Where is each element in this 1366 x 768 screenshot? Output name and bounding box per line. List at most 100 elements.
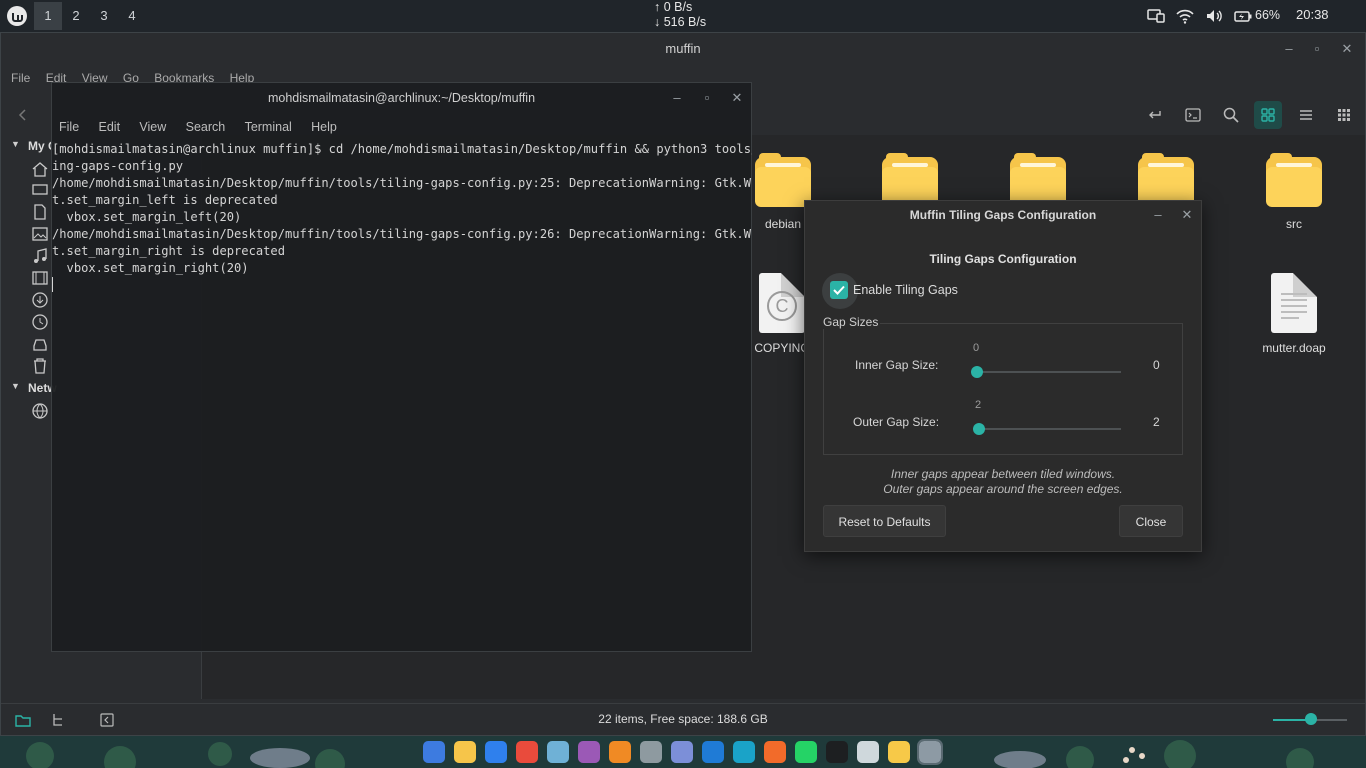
inner-gap-spin[interactable]: 0 xyxy=(1153,358,1160,372)
videos-icon[interactable] xyxy=(31,269,49,287)
term-menu-file[interactable]: File xyxy=(59,117,79,137)
terminal-line: vbox.set_margin_right(20) xyxy=(52,261,249,275)
fm-title[interactable]: muffin xyxy=(1,33,1365,65)
workspace-4[interactable]: 4 xyxy=(118,2,146,30)
battery-percentage[interactable]: 66% xyxy=(1255,8,1280,22)
mail-icon[interactable] xyxy=(485,741,507,763)
net-up-text: ↑ 0 B/s xyxy=(654,0,693,14)
gap-sizes-frame xyxy=(823,323,1183,455)
vscode-icon[interactable] xyxy=(702,741,724,763)
dialog-heading: Tiling Gaps Configuration xyxy=(929,252,1077,266)
outer-gap-spin[interactable]: 2 xyxy=(1153,415,1160,429)
terminal-line: /home/mohdismailmatasin/Desktop/muffin/t… xyxy=(52,227,752,241)
translate-icon[interactable] xyxy=(733,741,755,763)
outer-gap-slider[interactable] xyxy=(977,428,1121,430)
desktop-icon[interactable] xyxy=(31,181,49,199)
app-grid-icon[interactable] xyxy=(423,741,445,763)
trash-icon[interactable] xyxy=(31,357,49,375)
volume-icon[interactable] xyxy=(1204,6,1224,26)
downloads-icon[interactable] xyxy=(31,291,49,309)
search-icon[interactable] xyxy=(1217,101,1245,129)
clock[interactable]: 20:38 xyxy=(1296,7,1329,22)
workspace-2[interactable]: 2 xyxy=(62,2,90,30)
cloud-icon[interactable] xyxy=(671,741,693,763)
reset-to-defaults-button[interactable]: Reset to Defaults xyxy=(823,505,946,537)
expander-icon[interactable]: ▼ xyxy=(11,139,20,149)
network-globe-icon[interactable] xyxy=(31,402,49,420)
palette-icon[interactable] xyxy=(578,741,600,763)
terminal-line: t.set_margin_left is deprecated xyxy=(52,193,278,207)
minimize-icon[interactable]: – xyxy=(1281,41,1297,57)
filesystem-icon[interactable] xyxy=(31,335,49,353)
file-item-label: src xyxy=(1286,217,1302,231)
vlc-icon[interactable] xyxy=(609,741,631,763)
terminal-line: ing-gaps-config.py xyxy=(52,159,184,173)
maximize-icon[interactable]: ▫ xyxy=(699,90,715,106)
documents-icon[interactable] xyxy=(31,203,49,221)
maximize-icon[interactable]: ▫ xyxy=(1309,41,1325,57)
close-icon[interactable]: ✕ xyxy=(1339,41,1355,57)
calculator-icon[interactable] xyxy=(640,741,662,763)
settings-wheel-icon[interactable] xyxy=(857,741,879,763)
terminal-window: mohdismailmatasin@archlinux:~/Desktop/mu… xyxy=(51,82,752,652)
dialog-title[interactable]: Muffin Tiling Gaps Configuration xyxy=(805,201,1201,229)
home-icon[interactable] xyxy=(31,160,49,178)
gear-icon[interactable] xyxy=(917,739,943,765)
list-view-icon[interactable] xyxy=(1292,101,1320,129)
pictures-icon[interactable] xyxy=(31,225,49,243)
inner-gap-slider[interactable] xyxy=(977,371,1121,373)
photos-icon[interactable] xyxy=(547,741,569,763)
workspace-3[interactable]: 3 xyxy=(90,2,118,30)
files-icon[interactable] xyxy=(454,741,476,763)
file-item[interactable]: src xyxy=(1244,153,1344,231)
terminal-icon[interactable] xyxy=(826,741,848,763)
copyright-file-icon: C xyxy=(759,273,805,333)
network-expander-icon[interactable]: ▼ xyxy=(11,381,20,391)
compact-view-icon[interactable] xyxy=(1330,101,1358,129)
minimize-icon[interactable]: – xyxy=(669,90,685,106)
terminal-line: vbox.set_margin_left(20) xyxy=(52,210,242,224)
swirl-icon[interactable] xyxy=(764,741,786,763)
file-item[interactable]: mutter.doap xyxy=(1244,273,1344,355)
term-menu-search[interactable]: Search xyxy=(186,117,226,137)
terminal-title[interactable]: mohdismailmatasin@archlinux:~/Desktop/mu… xyxy=(52,83,751,113)
minimize-icon[interactable]: – xyxy=(1150,207,1166,223)
whatsapp-icon[interactable] xyxy=(795,741,817,763)
recent-icon[interactable] xyxy=(31,313,49,331)
terminal-output[interactable]: [mohdismailmatasin@archlinux muffin]$ cd… xyxy=(52,141,752,641)
folder-icon xyxy=(755,153,811,209)
text-file-icon xyxy=(1271,273,1317,333)
icon-view-icon[interactable] xyxy=(1254,101,1282,129)
mint-menu-icon[interactable] xyxy=(5,4,29,28)
fm-menu-file[interactable]: File xyxy=(11,67,30,89)
term-menu-edit[interactable]: Edit xyxy=(99,117,121,137)
fm-statusbar: 22 items, Free space: 188.6 GB xyxy=(1,703,1365,736)
back-icon[interactable] xyxy=(9,101,37,129)
folder-icon xyxy=(1266,153,1322,209)
close-button[interactable]: Close xyxy=(1119,505,1183,537)
terminal-line: /home/mohdismailmatasin/Desktop/muffin/t… xyxy=(52,176,752,190)
dock xyxy=(0,736,1366,768)
workspace-1[interactable]: 1 xyxy=(34,2,62,30)
battery-icon[interactable] xyxy=(1233,6,1253,26)
zoom-slider-knob[interactable] xyxy=(1305,713,1317,725)
file-item-label: mutter.doap xyxy=(1262,341,1326,355)
display-icon[interactable] xyxy=(1146,6,1166,26)
wifi-icon[interactable] xyxy=(1175,6,1195,26)
chrome-icon[interactable] xyxy=(516,741,538,763)
terminal-line: t.set_margin_right is deprecated xyxy=(52,244,285,258)
terminal-cursor xyxy=(52,277,53,292)
music-icon[interactable] xyxy=(31,247,49,265)
open-terminal-icon[interactable] xyxy=(1179,101,1207,129)
close-icon[interactable]: ✕ xyxy=(729,90,745,106)
term-menu-view[interactable]: View xyxy=(139,117,166,137)
close-icon[interactable]: ✕ xyxy=(1179,207,1195,223)
notes-icon[interactable] xyxy=(888,741,910,763)
inner-gap-slider-knob[interactable] xyxy=(971,366,983,378)
inner-gap-label: Inner Gap Size: xyxy=(855,358,939,372)
toggle-location-icon[interactable] xyxy=(1141,101,1169,129)
outer-gap-slider-knob[interactable] xyxy=(973,423,985,435)
term-menu-help[interactable]: Help xyxy=(311,117,337,137)
term-menu-terminal[interactable]: Terminal xyxy=(245,117,292,137)
enable-tiling-gaps-label[interactable]: Enable Tiling Gaps xyxy=(853,283,958,297)
